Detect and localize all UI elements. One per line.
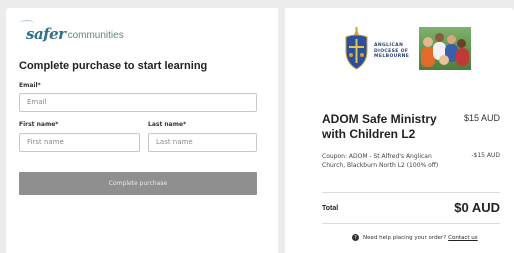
diocese-crest-icon bbox=[345, 27, 368, 70]
contact-us-link[interactable]: Contact us bbox=[448, 235, 478, 241]
coupon-description: Coupon: ADOM - St Alfred's Anglican Chur… bbox=[322, 153, 439, 169]
diocese-line-3: MELBOURNE bbox=[374, 54, 410, 59]
divider-top bbox=[322, 192, 500, 193]
help-icon: ? bbox=[352, 234, 359, 241]
diocese-name: ANGLICAN DIOCESE OF MELBOURNE bbox=[374, 43, 409, 60]
logo-plain-text: communities bbox=[67, 30, 124, 41]
total-label: Total bbox=[322, 205, 339, 212]
total-value: $0 AUD bbox=[454, 200, 500, 215]
last-name-field[interactable]: Last name bbox=[148, 133, 257, 152]
purchase-form-panel bbox=[6, 8, 278, 253]
form-title: Complete purchase to start learning bbox=[19, 60, 208, 72]
product-title: ADOM Safe Ministry with Children L2 bbox=[322, 112, 437, 141]
complete-purchase-button[interactable]: Complete purchase bbox=[19, 172, 257, 195]
first-name-field[interactable]: First name bbox=[19, 133, 140, 152]
email-label: Email* bbox=[19, 82, 41, 89]
community-photo bbox=[419, 27, 471, 70]
product-price: $15 AUD bbox=[463, 113, 500, 123]
divider-bottom bbox=[322, 223, 500, 224]
help-text: Need help placing your order? bbox=[363, 234, 447, 241]
coupon-amount: -$15 AUD bbox=[471, 152, 500, 159]
safer-communities-logo: safer communities bbox=[20, 20, 124, 43]
email-field[interactable]: Email bbox=[19, 93, 257, 112]
help-row: ? Need help placing your order? Contact … bbox=[352, 234, 478, 241]
last-name-label: Last name* bbox=[148, 121, 187, 128]
logo-script-text: safer bbox=[26, 25, 66, 43]
logo-swoosh bbox=[20, 20, 34, 26]
first-name-label: First name* bbox=[19, 121, 59, 128]
